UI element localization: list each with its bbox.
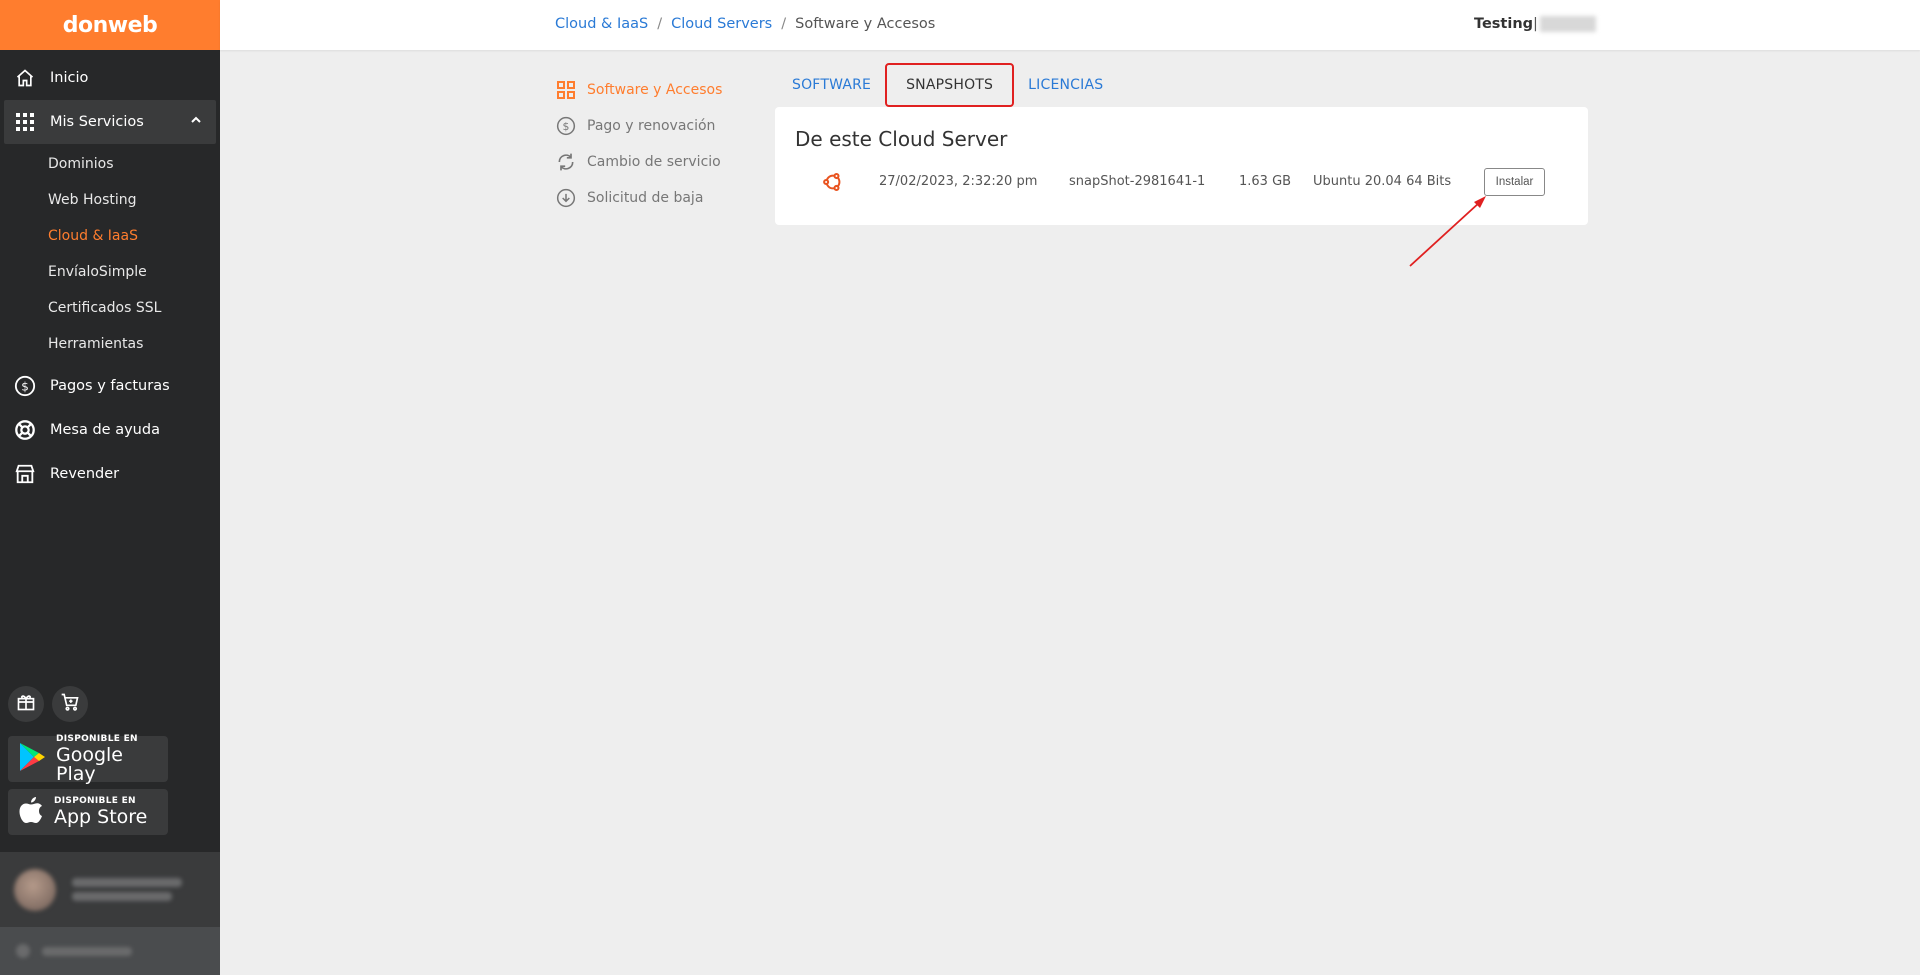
blurred-icon xyxy=(16,944,30,958)
google-play-small-text: DISPONIBLE EN xyxy=(56,733,138,744)
cart-icon xyxy=(60,692,80,716)
section-item-pago-renovacion[interactable]: $ Pago y renovación xyxy=(555,108,722,144)
snapshot-os: Ubuntu 20.04 64 Bits xyxy=(1313,174,1452,189)
refresh-icon xyxy=(555,151,577,173)
breadcrumb-cloud-servers[interactable]: Cloud Servers xyxy=(671,16,772,32)
home-icon xyxy=(14,67,36,89)
blurred-account-id xyxy=(1539,16,1596,32)
breadcrumb-current: Software y Accesos xyxy=(795,16,936,32)
grid-icon xyxy=(555,79,577,101)
sidebar-item-pagos[interactable]: $ Pagos y facturas xyxy=(0,364,220,408)
breadcrumb-separator: / xyxy=(657,16,663,32)
ubuntu-icon xyxy=(822,171,844,197)
user-name-text: Testing xyxy=(1474,16,1534,32)
download-circle-icon xyxy=(555,187,577,209)
user-account-strip[interactable] xyxy=(0,927,220,975)
tab-licencias[interactable]: LICENCIAS xyxy=(1016,67,1115,103)
gift-button[interactable] xyxy=(8,686,44,722)
sidebar-item-label: Revender xyxy=(50,466,120,482)
sidebar-subitem-cloud-iaas[interactable]: Cloud & IaaS xyxy=(0,218,220,254)
breadcrumb: Cloud & IaaS / Cloud Servers / Software … xyxy=(555,16,935,32)
annotation-arrow xyxy=(1409,196,1486,267)
lifebuoy-icon xyxy=(14,419,36,441)
section-item-label: Cambio de servicio xyxy=(587,154,721,170)
tabs: SOFTWARE SNAPSHOTS LICENCIAS xyxy=(780,63,1115,107)
snapshot-name: snapShot-2981641-1 xyxy=(1069,174,1206,189)
section-item-label: Software y Accesos xyxy=(587,82,723,98)
donweb-logo[interactable]: donweb xyxy=(63,13,158,38)
chevron-up-icon[interactable] xyxy=(190,114,202,130)
tab-software[interactable]: SOFTWARE xyxy=(780,67,883,103)
section-item-cambio-servicio[interactable]: Cambio de servicio xyxy=(555,144,722,180)
user-profile[interactable] xyxy=(0,852,220,927)
sidebar-item-mis-servicios[interactable]: Mis Servicios xyxy=(4,100,216,144)
cart-button[interactable] xyxy=(52,686,88,722)
sidebar-item-label: Mesa de ayuda xyxy=(50,422,160,438)
google-play-icon xyxy=(18,742,46,776)
section-item-label: Solicitud de baja xyxy=(587,190,704,206)
dollar-circle-icon: $ xyxy=(14,375,36,397)
breadcrumb-cloud-iaas[interactable]: Cloud & IaaS xyxy=(555,16,648,32)
sidebar-subitem-envialosimple[interactable]: EnvíaloSimple xyxy=(0,254,220,290)
sidebar-item-revender[interactable]: Revender xyxy=(0,452,220,496)
user-name[interactable]: Testing | xyxy=(1474,16,1596,32)
logo-bar[interactable]: donweb xyxy=(0,0,220,50)
avatar[interactable] xyxy=(14,868,56,911)
snapshot-size: 1.63 GB xyxy=(1239,174,1292,189)
snapshot-date: 27/02/2023, 2:32:20 pm xyxy=(879,174,1038,189)
grid-icon xyxy=(14,111,36,133)
google-play-badge[interactable]: DISPONIBLE EN Google Play xyxy=(8,733,168,785)
breadcrumb-separator: / xyxy=(781,16,787,32)
sidebar: donweb Inicio Mis Servicios Dominios Web… xyxy=(0,0,220,975)
app-store-big-text: App Store xyxy=(54,806,148,828)
blurred-text xyxy=(42,946,132,956)
sidebar-item-label: Pagos y facturas xyxy=(50,378,170,394)
sidebar-subitem-certificados-ssl[interactable]: Certificados SSL xyxy=(0,290,220,326)
dollar-circle-icon: $ xyxy=(555,115,577,137)
user-info-blurred xyxy=(72,873,182,906)
sidebar-subitem-dominios[interactable]: Dominios xyxy=(0,146,220,182)
sidebar-quick-actions xyxy=(8,686,88,722)
store-icon xyxy=(14,463,36,485)
sidebar-item-label: Inicio xyxy=(50,70,89,86)
section-menu: Software y Accesos $ Pago y renovación C… xyxy=(555,72,722,216)
services-submenu: Dominios Web Hosting Cloud & IaaS Envíal… xyxy=(0,144,220,364)
sidebar-subitem-herramientas[interactable]: Herramientas xyxy=(0,326,220,362)
tab-snapshots[interactable]: SNAPSHOTS xyxy=(885,63,1015,107)
card-title: De este Cloud Server xyxy=(795,127,1008,151)
svg-text:$: $ xyxy=(563,120,570,133)
section-item-label: Pago y renovación xyxy=(587,118,716,134)
sidebar-item-mesa-ayuda[interactable]: Mesa de ayuda xyxy=(0,408,220,452)
section-item-solicitud-baja[interactable]: Solicitud de baja xyxy=(555,180,722,216)
sidebar-item-inicio[interactable]: Inicio xyxy=(0,56,220,100)
top-header: Cloud & IaaS / Cloud Servers / Software … xyxy=(220,0,1920,50)
svg-text:$: $ xyxy=(21,380,29,394)
section-item-software-accesos[interactable]: Software y Accesos xyxy=(555,72,722,108)
sidebar-nav: Inicio Mis Servicios Dominios Web Hostin… xyxy=(0,50,220,496)
sidebar-subitem-web-hosting[interactable]: Web Hosting xyxy=(0,182,220,218)
google-play-big-text: Google Play xyxy=(56,743,124,785)
app-store-badge[interactable]: DISPONIBLE EN App Store xyxy=(8,789,168,835)
sidebar-item-label: Mis Servicios xyxy=(50,114,144,130)
app-store-small-text: DISPONIBLE EN xyxy=(54,796,136,806)
gift-icon xyxy=(16,692,36,716)
apple-icon xyxy=(18,795,44,829)
